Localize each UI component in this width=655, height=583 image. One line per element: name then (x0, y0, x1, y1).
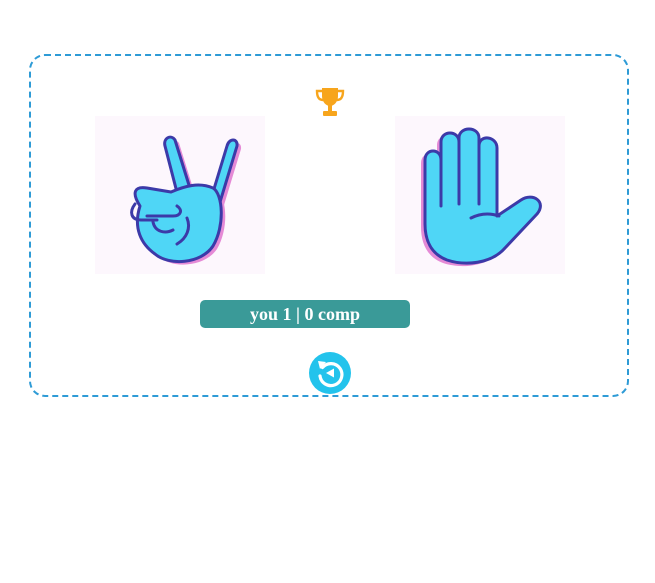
computer-label: comp (317, 304, 360, 324)
computer-choice-paper (395, 116, 565, 274)
victory-hand-scissors-icon (130, 135, 242, 265)
trophy-icon (313, 85, 347, 119)
player-choice-scissors (95, 116, 265, 274)
restart-button[interactable] (309, 352, 351, 394)
open-hand-paper-icon (421, 127, 542, 267)
player-label: you (250, 304, 279, 324)
scoreboard: you 1 | 0 comp (200, 300, 410, 328)
restart-icon (318, 361, 344, 388)
player-score: 1 (282, 304, 292, 324)
score-separator: | (296, 304, 300, 324)
computer-score: 0 (304, 304, 314, 324)
